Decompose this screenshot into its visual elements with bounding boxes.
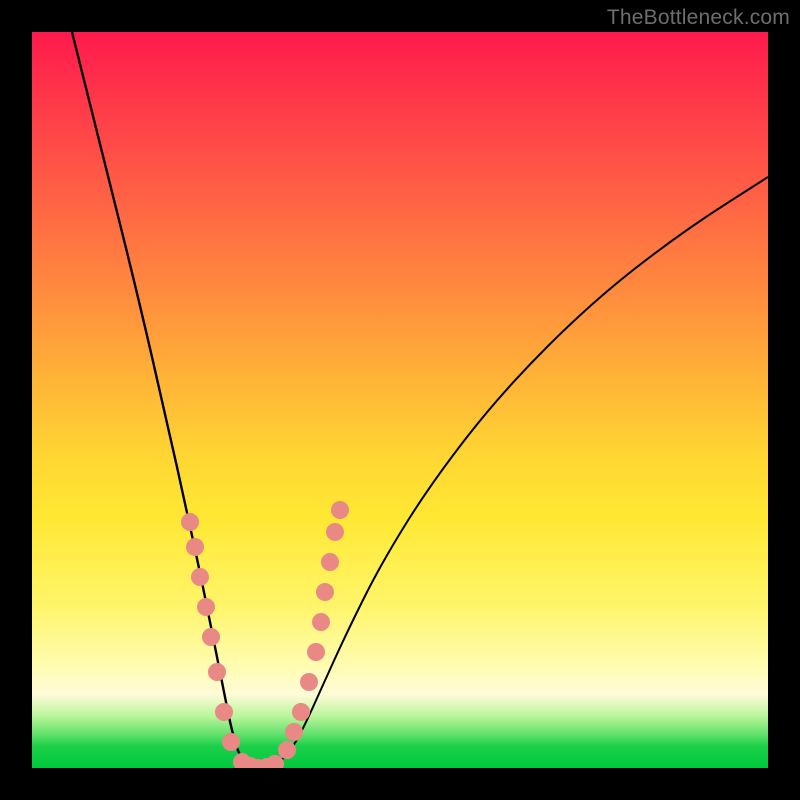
bubble-dot	[202, 628, 220, 646]
bubble-dot	[181, 513, 199, 531]
bubble-dot	[292, 703, 310, 721]
bubble-dot	[307, 643, 325, 661]
outer-frame: TheBottleneck.com	[0, 0, 800, 800]
bubble-dot	[300, 673, 318, 691]
bubble-dot	[326, 523, 344, 541]
bubble-dot	[278, 741, 296, 759]
bubble-dot	[191, 568, 209, 586]
watermark-text: TheBottleneck.com	[607, 6, 790, 30]
curve-left	[72, 32, 260, 768]
bubble-dot	[312, 613, 330, 631]
bubble-dot	[222, 733, 240, 751]
bubble-dot	[285, 723, 303, 741]
bubble-dot	[186, 538, 204, 556]
bubble-dot	[208, 663, 226, 681]
bubble-dot	[215, 703, 233, 721]
plot-area	[32, 32, 768, 768]
bubble-dot	[321, 553, 339, 571]
chart-svg	[32, 32, 768, 768]
bubble-dot	[197, 598, 215, 616]
bubble-group	[181, 501, 349, 768]
bubble-dot	[331, 501, 349, 519]
curve-right	[260, 177, 768, 768]
bubble-dot	[316, 583, 334, 601]
